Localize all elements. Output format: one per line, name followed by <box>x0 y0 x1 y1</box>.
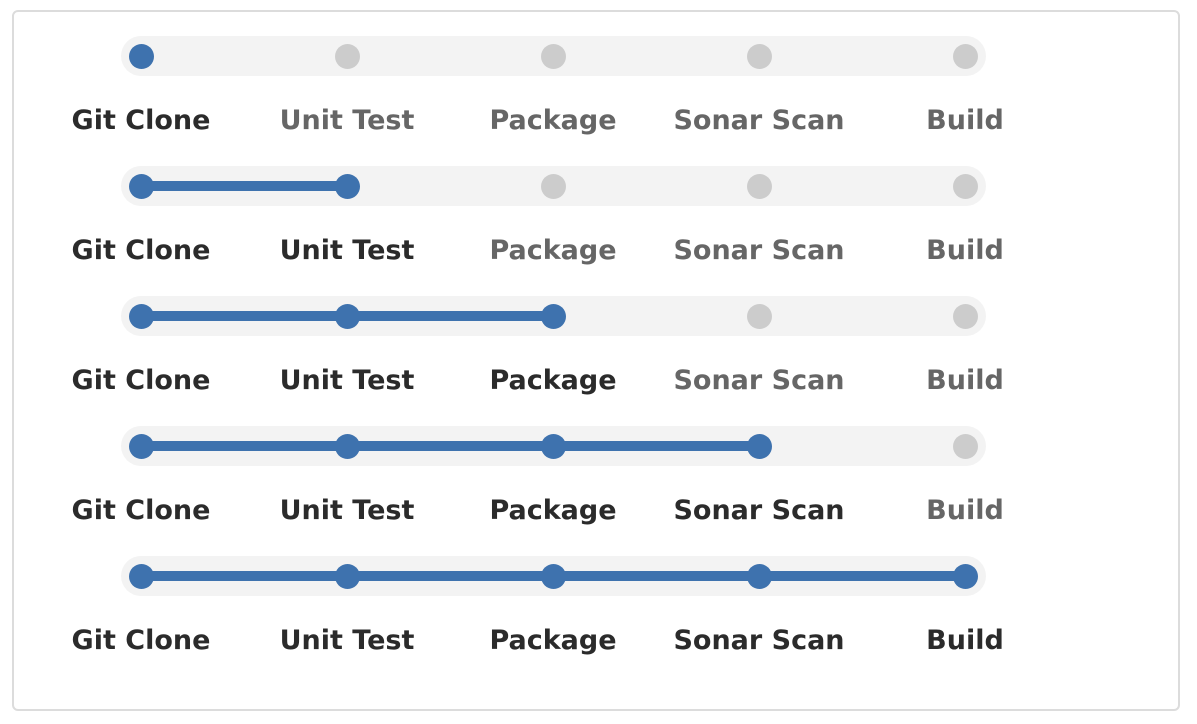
step-progress-row: Git Clone Unit Test Package Sonar Scan Build <box>0 260 1197 396</box>
step-label-git-clone: Git Clone <box>71 625 211 656</box>
step-dot-sonar-scan[interactable] <box>746 564 772 589</box>
step-dot-unit-test[interactable] <box>334 434 360 459</box>
step-dot-sonar-scan[interactable] <box>746 174 772 199</box>
step-dot-git-clone[interactable] <box>128 44 154 69</box>
step-dot-package[interactable] <box>540 564 566 589</box>
step-progress-row: Git Clone Unit Test Package Sonar Scan Build <box>0 520 1197 656</box>
step-dot-package[interactable] <box>540 434 566 459</box>
step-dot-git-clone[interactable] <box>128 304 154 329</box>
step-dot-sonar-scan[interactable] <box>746 44 772 69</box>
step-label-unit-test: Unit Test <box>279 625 415 656</box>
progress-fill <box>141 441 759 451</box>
step-dot-unit-test[interactable] <box>334 44 360 69</box>
step-label-package: Package <box>489 625 617 656</box>
step-progress-row: Git Clone Unit Test Package Sonar Scan Build <box>0 130 1197 266</box>
step-dot-unit-test[interactable] <box>334 304 360 329</box>
step-dot-build[interactable] <box>952 434 978 459</box>
step-dot-package[interactable] <box>540 304 566 329</box>
step-dot-build[interactable] <box>952 44 978 69</box>
step-label-build: Build <box>926 625 1004 656</box>
step-dot-sonar-scan[interactable] <box>746 304 772 329</box>
step-progress-row: Git Clone Unit Test Package Sonar Scan Build <box>0 0 1197 136</box>
progress-fill <box>141 181 347 191</box>
step-dot-package[interactable] <box>540 44 566 69</box>
step-dot-package[interactable] <box>540 174 566 199</box>
step-dot-build[interactable] <box>952 304 978 329</box>
step-dot-unit-test[interactable] <box>334 564 360 589</box>
step-dot-build[interactable] <box>952 564 978 589</box>
step-label-sonar-scan: Sonar Scan <box>673 625 845 656</box>
step-dot-git-clone[interactable] <box>128 564 154 589</box>
step-dot-build[interactable] <box>952 174 978 199</box>
step-dot-git-clone[interactable] <box>128 174 154 199</box>
step-dot-sonar-scan[interactable] <box>746 434 772 459</box>
step-dot-unit-test[interactable] <box>334 174 360 199</box>
step-progress-row: Git Clone Unit Test Package Sonar Scan Build <box>0 390 1197 526</box>
step-dot-git-clone[interactable] <box>128 434 154 459</box>
